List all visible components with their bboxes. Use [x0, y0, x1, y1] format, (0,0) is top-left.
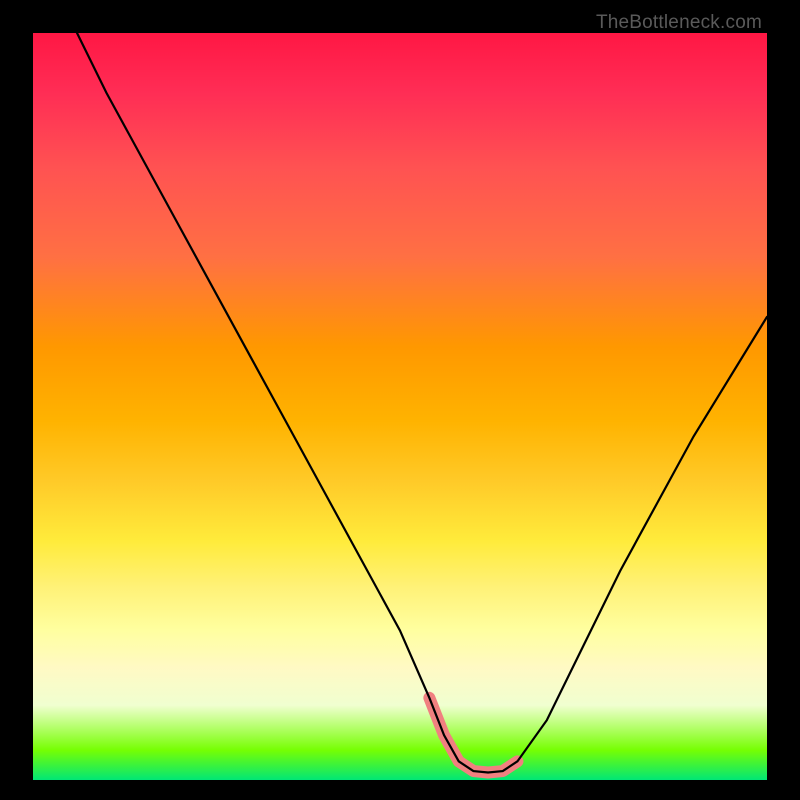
plot-area	[33, 33, 767, 780]
chart-container: TheBottleneck.com	[0, 0, 800, 800]
chart-svg	[33, 33, 767, 780]
bottleneck-curve-path	[77, 33, 767, 773]
attribution-text: TheBottleneck.com	[596, 12, 762, 34]
highlight-band-path	[429, 698, 517, 773]
